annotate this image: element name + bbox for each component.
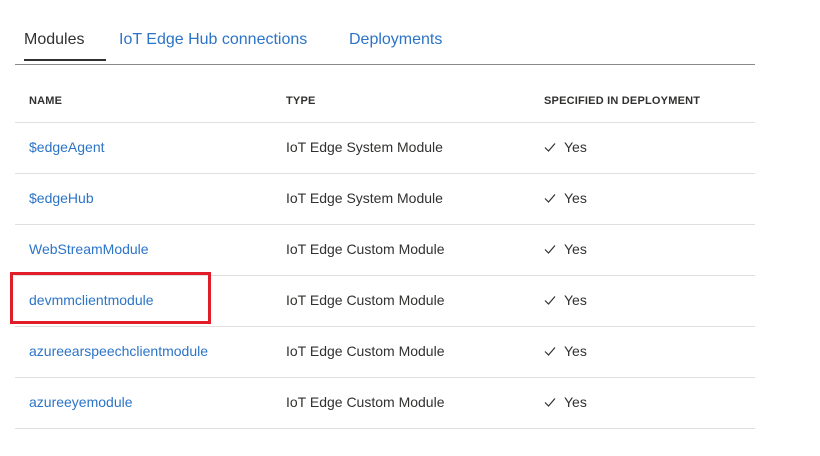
specified-cell: Yes [544, 138, 587, 156]
column-header-name[interactable]: NAME [29, 95, 62, 107]
highlight-annotation-box [10, 272, 211, 324]
specified-value: Yes [564, 139, 587, 155]
specified-cell: Yes [544, 393, 587, 411]
specified-cell: Yes [544, 240, 587, 258]
specified-value: Yes [564, 394, 587, 410]
specified-value: Yes [564, 241, 587, 257]
module-type: IoT Edge System Module [286, 139, 443, 155]
module-type: IoT Edge System Module [286, 190, 443, 206]
checkmark-icon [544, 143, 556, 152]
specified-value: Yes [564, 292, 587, 308]
module-link[interactable]: $edgeAgent [29, 138, 105, 156]
table-row: WebStreamModule IoT Edge Custom Module Y… [15, 225, 755, 276]
column-header-type[interactable]: TYPE [286, 95, 316, 107]
active-tab-indicator [24, 59, 106, 61]
module-type: IoT Edge Custom Module [286, 394, 445, 410]
table-row: azureearspeechclientmodule IoT Edge Cust… [15, 327, 755, 378]
module-link[interactable]: azureearspeechclientmodule [29, 342, 208, 360]
module-type: IoT Edge Custom Module [286, 241, 445, 257]
specified-cell: Yes [544, 291, 587, 309]
specified-value: Yes [564, 190, 587, 206]
checkmark-icon [544, 398, 556, 407]
checkmark-icon [544, 296, 556, 305]
table-row: $edgeHub IoT Edge System Module Yes [15, 174, 755, 225]
modules-page: Modules IoT Edge Hub connections Deploym… [0, 0, 820, 456]
specified-cell: Yes [544, 342, 587, 360]
module-link[interactable]: azureeyemodule [29, 393, 133, 411]
tab-bar: Modules IoT Edge Hub connections Deploym… [15, 18, 755, 65]
module-link[interactable]: $edgeHub [29, 189, 94, 207]
specified-cell: Yes [544, 189, 587, 207]
table-row: azureeyemodule IoT Edge Custom Module Ye… [15, 378, 755, 429]
table-row: $edgeAgent IoT Edge System Module Yes [15, 123, 755, 174]
checkmark-icon [544, 194, 556, 203]
tab-modules[interactable]: Modules [24, 30, 84, 50]
tab-iot-edge-hub-connections[interactable]: IoT Edge Hub connections [119, 30, 307, 50]
module-type: IoT Edge Custom Module [286, 292, 445, 308]
module-type: IoT Edge Custom Module [286, 343, 445, 359]
module-link[interactable]: WebStreamModule [29, 240, 149, 258]
checkmark-icon [544, 347, 556, 356]
column-header-specified[interactable]: SPECIFIED IN DEPLOYMENT [544, 95, 700, 107]
specified-value: Yes [564, 343, 587, 359]
checkmark-icon [544, 245, 556, 254]
table-header: NAME TYPE SPECIFIED IN DEPLOYMENT [15, 82, 755, 123]
modules-table: NAME TYPE SPECIFIED IN DEPLOYMENT $edgeA… [15, 82, 755, 429]
tab-deployments[interactable]: Deployments [349, 30, 442, 50]
